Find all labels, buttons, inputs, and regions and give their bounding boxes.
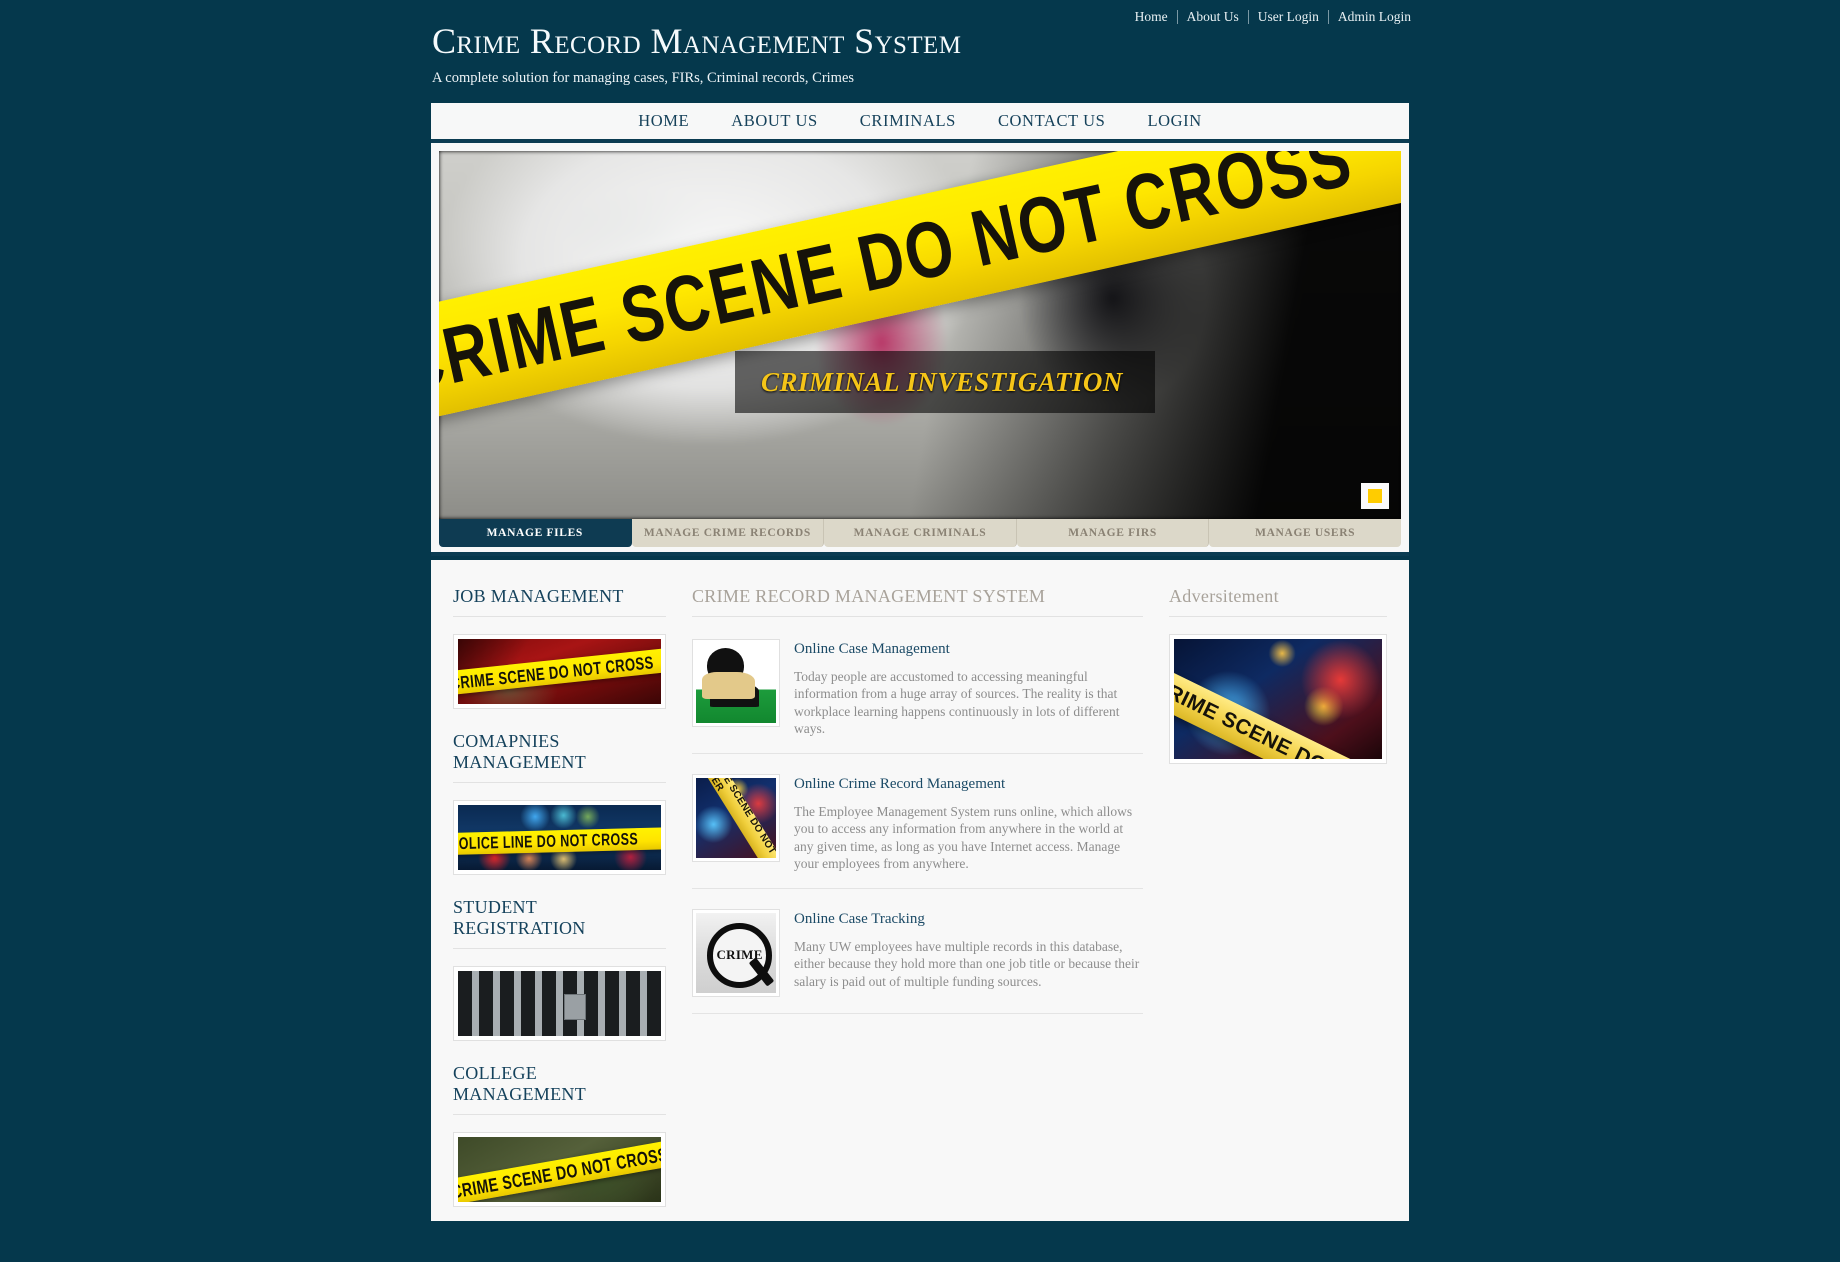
divider	[692, 888, 1143, 890]
sidebar-heading-job-management: JOB MANAGEMENT	[453, 586, 624, 606]
main-nav-about-us[interactable]: ABOUT US	[710, 111, 839, 131]
article-thumbnail[interactable]	[692, 909, 780, 998]
police-officer-phone-icon	[696, 643, 776, 723]
slider-indicator[interactable]	[1361, 483, 1389, 509]
article-title[interactable]: Online Case Tracking	[794, 911, 1143, 928]
main-nav-contact-us[interactable]: CONTACT US	[977, 111, 1127, 131]
divider	[453, 1114, 666, 1115]
tab-manage-crime-records[interactable]: MANAGE CRIME RECORDS	[631, 519, 825, 547]
tape-overlay: POLICE LINE DO NOT CROSS	[458, 826, 661, 856]
tab-manage-files[interactable]: MANAGE FILES	[439, 519, 632, 547]
main-heading: CRIME RECORD MANAGEMENT SYSTEM	[692, 586, 1046, 606]
page-root: Home About Us User Login Admin Login Cri…	[0, 0, 1840, 1262]
main-nav-criminals[interactable]: CRIMINALS	[839, 111, 977, 131]
sidebar-thumb-job-management[interactable]: CRIME SCENE DO NOT CROSS	[453, 634, 666, 709]
article-body: Online Crime Record Management The Emplo…	[794, 774, 1143, 872]
sidebar-heading-student-registration: STUDENT REGISTRATION	[453, 897, 586, 938]
top-nav-about-us[interactable]: About Us	[1178, 9, 1248, 25]
article-text: Many UW employees have multiple records …	[794, 939, 1140, 989]
shell-bottom-border	[431, 547, 1409, 556]
divider	[1169, 616, 1387, 617]
divider	[692, 753, 1143, 755]
divider	[453, 616, 666, 617]
article-body: Online Case Management Today people are …	[794, 639, 1143, 737]
advertisement-column: Adversitement CRIME SCENE DO NOT ENTER	[1169, 586, 1387, 1221]
slider-dot-icon	[1368, 489, 1382, 503]
ad-tape-text: CRIME SCENE DO NOT ENTER	[1174, 662, 1382, 759]
police-line-blue-image: POLICE LINE DO NOT CROSS	[458, 805, 661, 870]
article-text: Today people are accustomed to accessing…	[794, 669, 1120, 736]
hero-slider-wrapper: CRIME SCENE DO NOT CROSS CRIMINAL INVEST…	[431, 143, 1409, 519]
crime-scene-tape-icon	[696, 778, 776, 859]
tape-overlay: CRIME SCENE DO NOT CROSS	[458, 1137, 661, 1202]
top-nav-user-login[interactable]: User Login	[1249, 9, 1328, 25]
sidebar-thumb-college-management[interactable]: CRIME SCENE DO NOT CROSS	[453, 1132, 666, 1207]
divider	[453, 948, 666, 949]
main-nav-home[interactable]: HOME	[617, 111, 710, 131]
brand-block: Crime Record Management System A complet…	[432, 22, 961, 87]
tape-text: CRIME SCENE DO NOT CROSS	[458, 1143, 661, 1202]
tab-manage-firs[interactable]: MANAGE FIRS	[1016, 519, 1210, 547]
advertisement-banner[interactable]: CRIME SCENE DO NOT ENTER	[1169, 634, 1387, 764]
main-column: CRIME RECORD MANAGEMENT SYSTEM Online Ca…	[666, 586, 1169, 1221]
hero-caption: CRIMINAL INVESTIGATION	[735, 351, 1155, 413]
sidebar-heading-college-management: COLLEGE MANAGEMENT	[453, 1063, 586, 1104]
tab-manage-criminals[interactable]: MANAGE CRIMINALS	[824, 519, 1017, 547]
article-thumbnail[interactable]	[692, 639, 780, 727]
magnifying-glass-icon	[696, 913, 776, 994]
divider	[692, 1013, 1143, 1015]
jail-bars-image	[458, 971, 661, 1036]
advertisement-image: CRIME SCENE DO NOT ENTER	[1174, 639, 1382, 759]
manage-tab-bar: MANAGE FILES MANAGE CRIME RECORDS MANAGE…	[431, 519, 1409, 547]
crime-scene-red-image: CRIME SCENE DO NOT CROSS	[458, 639, 661, 704]
main-navigation: HOME ABOUT US CRIMINALS CONTACT US LOGIN	[431, 103, 1409, 143]
article-body: Online Case Tracking Many UW employees h…	[794, 909, 1143, 997]
site-shell: HOME ABOUT US CRIMINALS CONTACT US LOGIN…	[431, 103, 1409, 556]
top-nav-home[interactable]: Home	[1126, 9, 1177, 25]
crime-scene-outdoor-image: CRIME SCENE DO NOT CROSS	[458, 1137, 661, 1202]
tape-text: POLICE LINE DO NOT CROSS	[458, 829, 638, 854]
article-online-crime-record-management: Online Crime Record Management The Emplo…	[692, 774, 1143, 888]
sidebar-heading-companies-management: COMAPNIES MANAGEMENT	[453, 731, 586, 772]
sidebar-thumb-companies-management[interactable]: POLICE LINE DO NOT CROSS	[453, 800, 666, 875]
tape-text: CRIME SCENE DO NOT CROSS	[458, 651, 655, 693]
divider	[692, 616, 1143, 617]
main-nav-login[interactable]: LOGIN	[1126, 111, 1222, 131]
top-utility-nav: Home About Us User Login Admin Login	[1126, 9, 1420, 25]
tab-manage-users[interactable]: MANAGE USERS	[1209, 519, 1401, 547]
site-title: Crime Record Management System	[432, 21, 962, 61]
article-online-case-management: Online Case Management Today people are …	[692, 639, 1143, 753]
content-panel: JOB MANAGEMENT CRIME SCENE DO NOT CROSS …	[431, 560, 1409, 1221]
sidebar-column: JOB MANAGEMENT CRIME SCENE DO NOT CROSS …	[453, 586, 666, 1221]
hero-caption-text: CRIMINAL INVESTIGATION	[761, 366, 1123, 397]
tape-overlay: CRIME SCENE DO NOT CROSS	[458, 644, 661, 697]
article-thumbnail[interactable]	[692, 774, 780, 863]
article-title[interactable]: Online Crime Record Management	[794, 776, 1143, 793]
sidebar-thumb-student-registration[interactable]	[453, 966, 666, 1041]
article-text: The Employee Management System runs onli…	[794, 804, 1133, 871]
article-online-case-tracking: Online Case Tracking Many UW employees h…	[692, 909, 1143, 1013]
advertisement-heading: Adversitement	[1169, 586, 1279, 606]
article-title[interactable]: Online Case Management	[794, 641, 1143, 658]
site-tagline: A complete solution for managing cases, …	[432, 70, 855, 87]
top-nav-admin-login[interactable]: Admin Login	[1329, 9, 1420, 25]
hero-slider[interactable]: CRIME SCENE DO NOT CROSS CRIMINAL INVEST…	[439, 151, 1401, 519]
divider	[453, 782, 666, 783]
